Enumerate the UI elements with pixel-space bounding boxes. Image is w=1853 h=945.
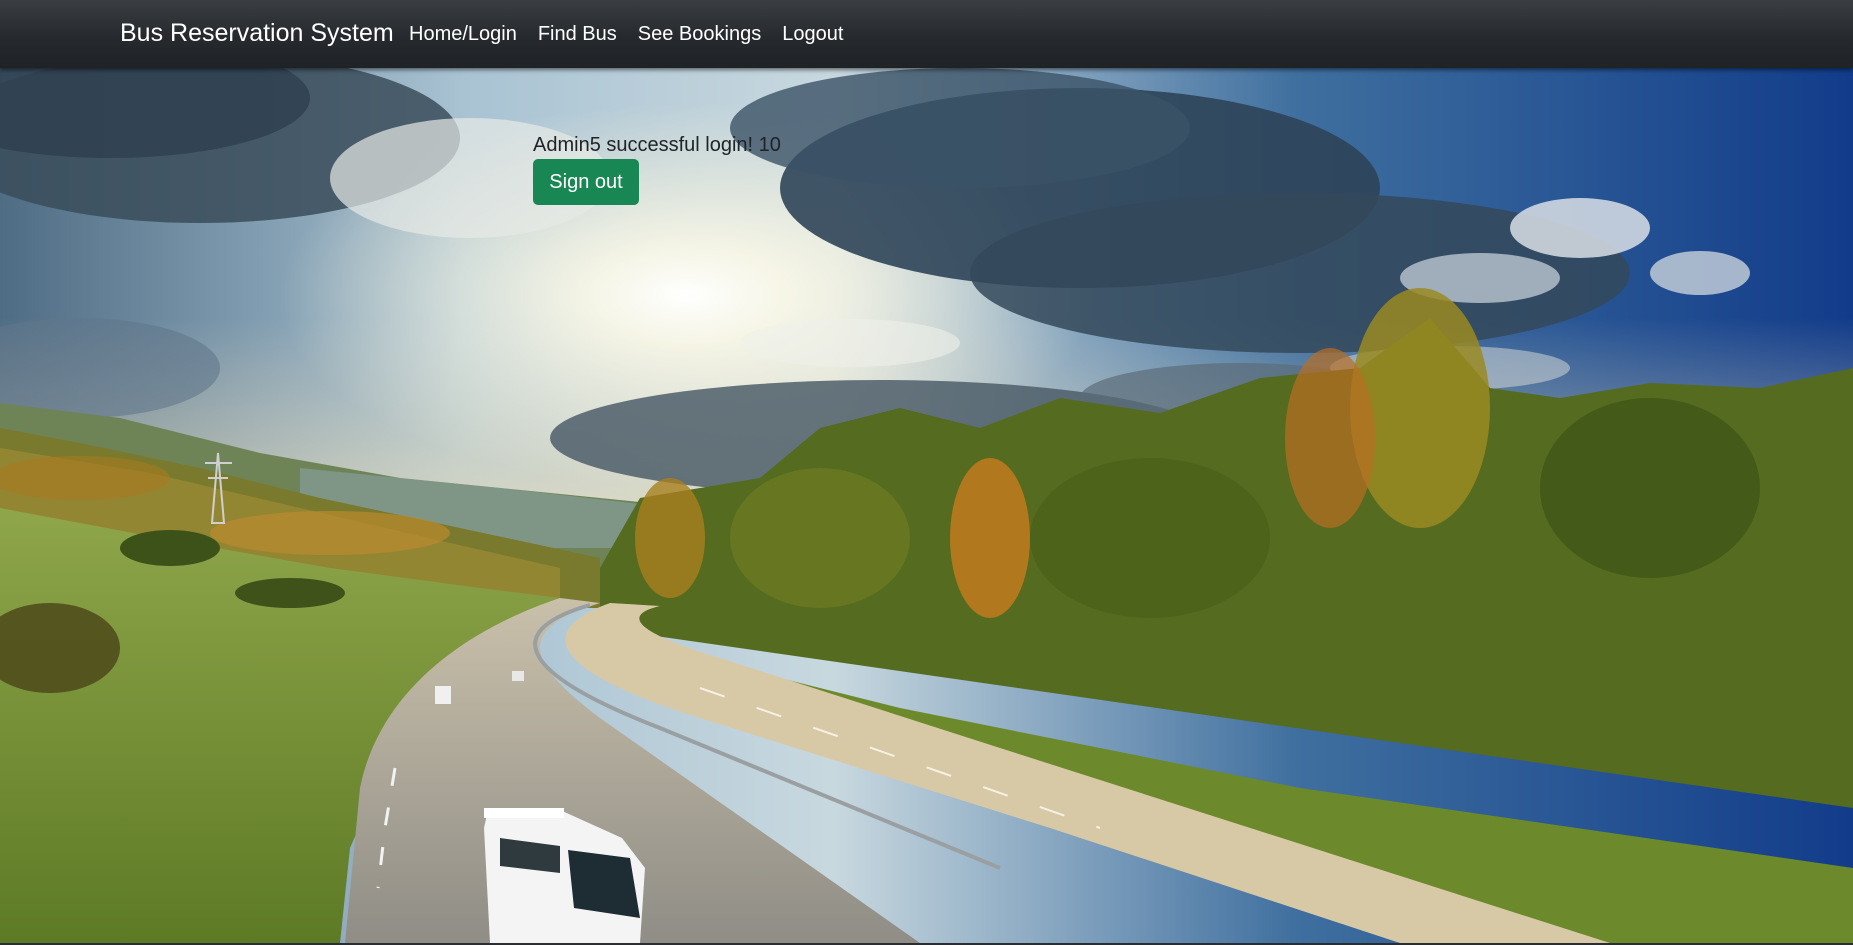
- brand-title[interactable]: Bus Reservation System: [120, 17, 394, 49]
- login-success-message: Admin5 successful login! 10: [533, 134, 781, 156]
- nav-link-home-login[interactable]: Home/Login: [409, 20, 517, 48]
- highway-landscape-illustration: [0, 68, 1853, 943]
- hero-background-image: [0, 68, 1853, 943]
- nav-link-find-bus[interactable]: Find Bus: [538, 20, 617, 48]
- nav-link-see-bookings[interactable]: See Bookings: [638, 20, 761, 48]
- top-navbar: Bus Reservation System Home/Login Find B…: [0, 0, 1853, 68]
- sign-out-button[interactable]: Sign out: [533, 159, 639, 205]
- nav-link-logout[interactable]: Logout: [782, 20, 843, 48]
- nav-links: Home/Login Find Bus See Bookings Logout: [409, 20, 864, 48]
